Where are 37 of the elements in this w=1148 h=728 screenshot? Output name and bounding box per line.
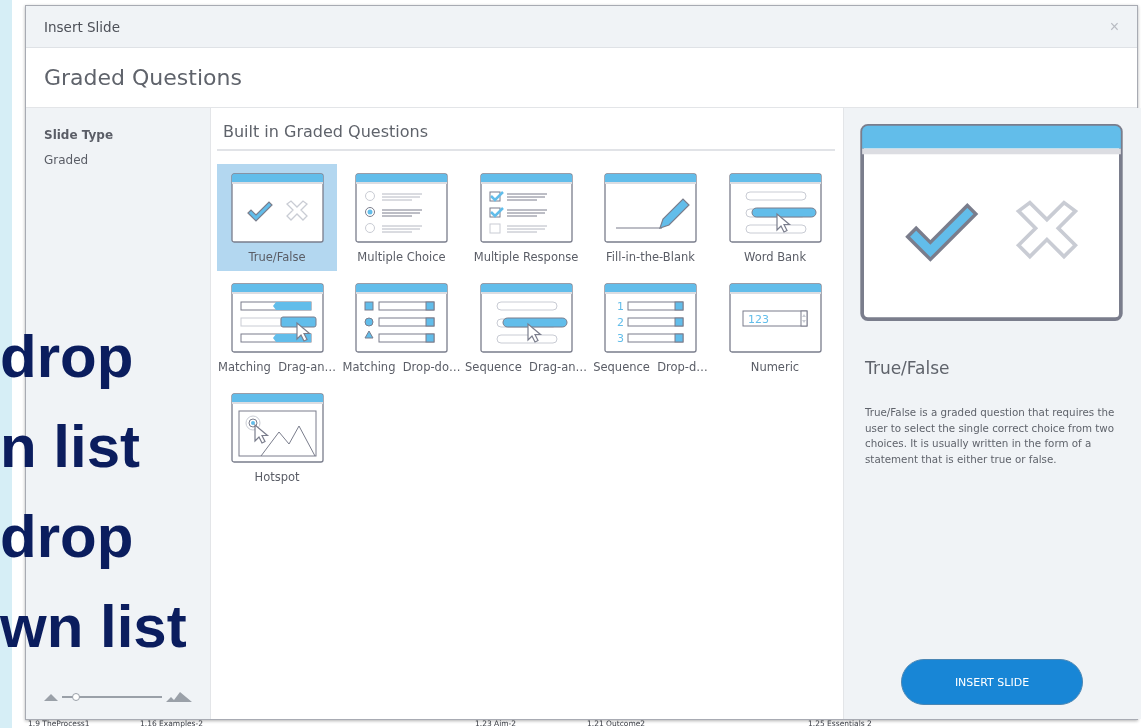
large-mountains-icon [166, 692, 192, 702]
question-type-tile[interactable]: Sequence Drag-an… [466, 274, 586, 381]
question-type-tile[interactable]: Matching Drag-an… [217, 274, 337, 381]
question-type-tile[interactable]: Multiple Response [466, 164, 586, 271]
question-type-icon [479, 283, 573, 353]
dialog-heading: Graded Questions [44, 65, 242, 90]
preview-title: True/False [865, 358, 951, 378]
question-type-tile[interactable]: Word Bank [715, 164, 835, 271]
slide-text: drop [0, 322, 134, 392]
question-type-icon [355, 173, 448, 243]
small-mountain-icon [44, 693, 58, 701]
question-type-icon [479, 173, 573, 243]
question-type-tile[interactable]: Multiple Choice [341, 164, 462, 271]
question-type-icon: 1 2 3 [604, 283, 697, 353]
question-type-tile[interactable]: 1 2 3 Sequence Drop-d… [590, 274, 711, 381]
slide-type-item[interactable]: Graded [44, 153, 192, 167]
question-type-icon [604, 173, 697, 243]
question-type-icon [230, 283, 324, 353]
question-type-tile[interactable]: Matching Drop-do… [341, 274, 462, 381]
question-type-icon [230, 173, 324, 243]
question-type-tile[interactable]: 123 Numeric [715, 274, 835, 381]
question-type-tile[interactable]: Hotspot [217, 384, 337, 491]
question-type-icon [230, 393, 324, 463]
insert-slide-button[interactable]: INSERT SLIDE [901, 659, 1083, 705]
question-type-tile[interactable]: Fill-in-the-Blank [590, 164, 711, 271]
dialog-title: Insert Slide [44, 18, 120, 35]
sidebar-label: Slide Type [44, 128, 115, 142]
question-type-tile[interactable]: True/False [217, 164, 337, 271]
zoom-slider[interactable] [62, 691, 162, 703]
question-type-icon [355, 283, 448, 353]
preview-description: True/False is a graded question that requires the user to select the single correct choice from two choices. It is usually written in the form of a statement that is either true or false. [865, 405, 1116, 467]
gallery-title: Built in Graded Questions [217, 122, 835, 151]
slide-text: drop [0, 502, 134, 572]
question-type-icon: 123 [728, 283, 822, 353]
question-type-icon [728, 173, 822, 243]
slide-text: wn list [0, 592, 187, 662]
slide-text: n list [0, 412, 140, 482]
